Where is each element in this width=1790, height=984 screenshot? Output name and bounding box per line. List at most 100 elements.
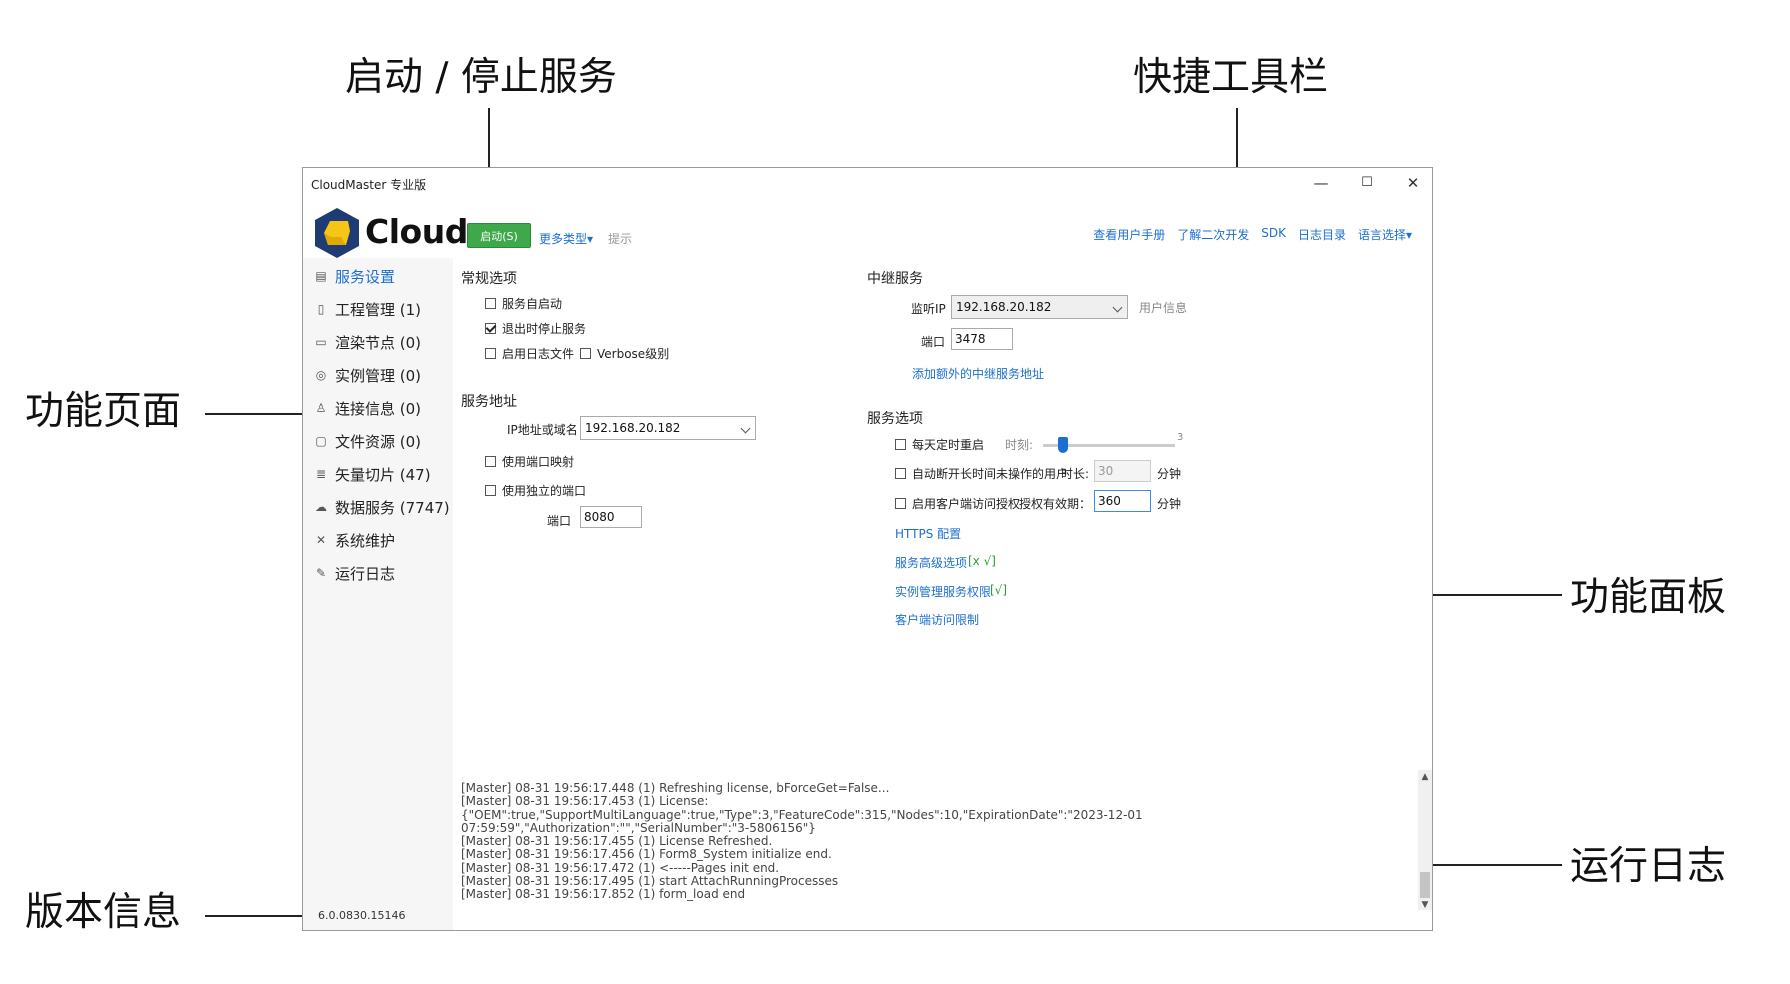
log-directory-link[interactable]: 日志目录 bbox=[1298, 226, 1346, 243]
auto-start-checkbox[interactable]: 服务自启动 bbox=[485, 295, 562, 312]
log-line: [Master] 08-31 19:56:17.455 (1) License … bbox=[461, 834, 773, 849]
monitor-icon: ▭ bbox=[315, 335, 327, 349]
independent-port-checkbox[interactable]: 使用独立的端口 bbox=[485, 482, 586, 499]
service-options-heading: 服务选项 bbox=[867, 411, 923, 427]
validity-input[interactable]: 360 bbox=[1094, 490, 1151, 512]
checkbox-box bbox=[485, 348, 496, 359]
log-edit-icon: ✎ bbox=[315, 566, 327, 580]
restart-time-slider-thumb[interactable] bbox=[1058, 437, 1068, 453]
cloud-service-icon: ☁ bbox=[315, 500, 327, 514]
tools-icon: ✕ bbox=[315, 533, 327, 547]
sidebar-item-project-management[interactable]: ▯ 工程管理 (1) bbox=[313, 298, 421, 320]
sidebar-item-service-settings[interactable]: ▤ 服务设置 bbox=[313, 265, 395, 287]
scrollbar-thumb[interactable] bbox=[1420, 872, 1430, 898]
duration-unit: 分钟 bbox=[1157, 467, 1182, 481]
log-line: [Master] 08-31 19:56:17.448 (1) Refreshi… bbox=[461, 781, 890, 795]
sidebar-item-file-resources[interactable]: ▢ 文件资源 (0) bbox=[313, 430, 421, 452]
disconnect-idle-checkbox[interactable]: 自动断开长时间未操作的用户 bbox=[895, 465, 1068, 482]
callout-function-panel: 功能面板 bbox=[1570, 575, 1727, 620]
start-service-button[interactable]: 启动(S) bbox=[467, 223, 531, 248]
sidebar-item-run-log[interactable]: ✎ 运行日志 bbox=[313, 562, 395, 584]
callout-line-version-info bbox=[205, 915, 310, 917]
minimize-button[interactable]: — bbox=[1308, 172, 1334, 194]
validity-unit: 分钟 bbox=[1157, 497, 1182, 511]
sidebar-item-system-maintenance[interactable]: ✕ 系统维护 bbox=[313, 529, 395, 551]
chevron-down-icon bbox=[740, 423, 751, 434]
hint-link[interactable]: 提示 bbox=[608, 230, 632, 247]
checkbox-label: Verbose级别 bbox=[597, 347, 670, 361]
enable-log-file-checkbox[interactable]: 启用日志文件 bbox=[485, 345, 574, 362]
duration-input[interactable]: 30 bbox=[1094, 460, 1151, 482]
sidebar-item-label: 服务设置 bbox=[335, 267, 396, 286]
settings-doc-icon: ▤ bbox=[315, 269, 327, 283]
duration-label: 时长: bbox=[1061, 467, 1090, 481]
instance-permission-tag: [√] bbox=[990, 583, 1008, 597]
listen-ip-label: 监听IP bbox=[911, 302, 946, 316]
checkbox-box bbox=[895, 468, 906, 479]
checkbox-box bbox=[895, 439, 906, 450]
chevron-down-icon bbox=[1112, 302, 1123, 313]
client-access-limit-link[interactable]: 客户端访问限制 bbox=[895, 611, 979, 628]
secondary-dev-link[interactable]: 了解二次开发 bbox=[1177, 226, 1249, 243]
log-line: [Master] 08-31 19:56:17.456 (1) Form8_Sy… bbox=[461, 847, 832, 862]
validity-label: 授权有效期： bbox=[1019, 497, 1092, 511]
sidebar-item-connection-info[interactable]: ♙ 连接信息 (0) bbox=[313, 397, 421, 419]
checkbox-box bbox=[485, 298, 496, 309]
checkbox-label: 使用端口映射 bbox=[502, 455, 575, 469]
advanced-options-link[interactable]: 服务高级选项 bbox=[895, 554, 967, 571]
ip-label: IP地址或域名 bbox=[507, 423, 578, 437]
user-manual-link[interactable]: 查看用户手册 bbox=[1093, 226, 1165, 243]
toolbar: Cloud 启动(S) 更多类型▾ 提示 查看用户手册 了解二次开发 SDK 日… bbox=[303, 198, 1432, 258]
sidebar-item-label: 数据服务 (7747) bbox=[335, 498, 450, 517]
user-icon: ♙ bbox=[315, 401, 327, 415]
port-mapping-checkbox[interactable]: 使用端口映射 bbox=[485, 453, 574, 470]
instance-permission-link[interactable]: 实例管理服务权限 bbox=[895, 583, 991, 600]
port-input[interactable]: 8080 bbox=[580, 506, 642, 528]
sdk-link[interactable]: SDK bbox=[1261, 226, 1286, 243]
checkbox-box bbox=[895, 498, 906, 509]
scroll-up-icon[interactable]: ▲ bbox=[1418, 772, 1432, 782]
port-label: 端口 bbox=[547, 514, 572, 528]
language-select-dropdown[interactable]: 语言选择▾ bbox=[1358, 226, 1412, 243]
callout-line-function-pages bbox=[205, 413, 310, 415]
close-button[interactable]: ✕ bbox=[1400, 172, 1426, 194]
listen-ip-select[interactable]: 192.168.20.182 bbox=[951, 295, 1128, 319]
callout-run-log: 运行日志 bbox=[1570, 844, 1727, 889]
general-options-heading: 常规选项 bbox=[461, 271, 517, 287]
run-log-panel[interactable]: [Master] 08-31 19:56:17.448 (1) Refreshi… bbox=[453, 770, 1432, 910]
listen-ip-select-value: 192.168.20.182 bbox=[956, 300, 1052, 314]
sidebar-item-render-nodes[interactable]: ▭ 渲染节点 (0) bbox=[313, 331, 421, 353]
sidebar-item-label: 运行日志 bbox=[335, 564, 396, 583]
daily-restart-checkbox[interactable]: 每天定时重启 bbox=[895, 436, 984, 453]
ip-select-value: 192.168.20.182 bbox=[585, 421, 681, 435]
https-config-link[interactable]: HTTPS 配置 bbox=[895, 525, 961, 542]
checkbox-box bbox=[485, 456, 496, 467]
log-line: [Master] 08-31 19:56:17.453 (1) License: bbox=[461, 794, 709, 809]
client-auth-checkbox[interactable]: 启用客户端访问授权 bbox=[895, 495, 1020, 512]
version-label: 6.0.0830.15146 bbox=[318, 909, 406, 922]
quick-toolbar: 查看用户手册 了解二次开发 SDK 日志目录 语言选择▾ bbox=[1093, 226, 1412, 243]
callout-version-info: 版本信息 bbox=[25, 890, 182, 935]
verbose-checkbox[interactable]: Verbose级别 bbox=[580, 345, 669, 362]
sidebar-item-vector-tiles[interactable]: ≣ 矢量切片 (47) bbox=[313, 463, 431, 485]
sidebar-item-label: 系统维护 bbox=[335, 531, 396, 550]
add-relay-address-link[interactable]: 添加额外的中继服务地址 bbox=[912, 365, 1044, 382]
log-scrollbar[interactable]: ▲ ▼ bbox=[1418, 770, 1432, 910]
ip-select[interactable]: 192.168.20.182 bbox=[580, 416, 756, 440]
checkbox-box bbox=[485, 323, 496, 334]
maximize-button[interactable]: ☐ bbox=[1354, 172, 1380, 194]
checkbox-label: 启用日志文件 bbox=[502, 347, 575, 361]
checkbox-label: 退出时停止服务 bbox=[502, 322, 587, 336]
sidebar-item-instance-management[interactable]: ◎ 实例管理 (0) bbox=[313, 364, 421, 386]
log-line: {"OEM":true,"SupportMultiLanguage":true,… bbox=[461, 807, 1143, 822]
scroll-down-icon[interactable]: ▼ bbox=[1418, 900, 1432, 910]
more-types-dropdown[interactable]: 更多类型▾ bbox=[539, 230, 593, 247]
user-info-link[interactable]: 用户信息 bbox=[1139, 299, 1187, 316]
stop-on-exit-checkbox[interactable]: 退出时停止服务 bbox=[485, 320, 586, 337]
log-line: [Master] 08-31 19:56:17.852 (1) form_loa… bbox=[461, 887, 746, 902]
relay-port-input[interactable]: 3478 bbox=[951, 328, 1013, 350]
cloud-logo-icon bbox=[315, 208, 359, 258]
sidebar-item-label: 工程管理 (1) bbox=[335, 300, 422, 319]
sidebar-item-data-services[interactable]: ☁ 数据服务 (7747) bbox=[313, 496, 450, 518]
advanced-options-tag: [x √] bbox=[968, 554, 996, 568]
